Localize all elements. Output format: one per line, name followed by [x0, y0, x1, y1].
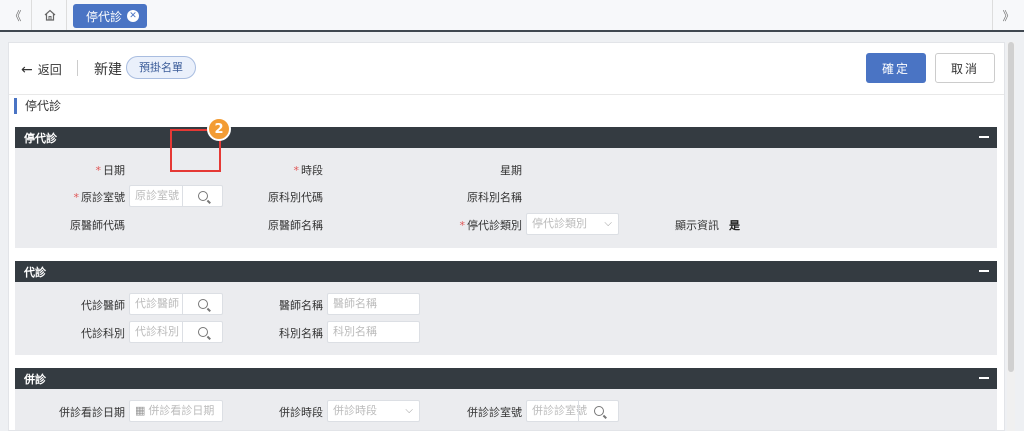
header-divider [9, 94, 1004, 95]
section-accent-bar [14, 97, 17, 114]
pre-registration-badge[interactable]: 預掛名單 [126, 56, 196, 79]
group-header-merge: 併診 [15, 368, 997, 389]
room-label: * 原診室號 [73, 191, 126, 204]
group-header-stop: 停代診 [15, 127, 997, 148]
search-icon[interactable] [182, 186, 222, 206]
scrollbar-thumb[interactable] [1008, 42, 1014, 372]
sub-dept-input[interactable]: 代診科別 [129, 321, 223, 343]
weekday-label: 星期 [500, 164, 522, 177]
doctor-name-label: 醫師名稱 [279, 299, 323, 312]
step-badge: 2 [207, 117, 231, 141]
group-title: 代診 [24, 265, 46, 279]
dept-name-input[interactable]: 科別名稱 [327, 321, 420, 343]
collapse-minus-icon[interactable] [979, 377, 989, 379]
collapse-right-icon[interactable]: 》 [992, 0, 1024, 30]
search-icon[interactable] [182, 294, 222, 314]
section-title-text: 停代診 [25, 99, 62, 113]
display-value: 是 [729, 219, 740, 232]
chevron-down-icon: ⌵ [604, 218, 612, 229]
date-label: * 日期 [95, 164, 126, 177]
confirm-button[interactable]: 確定 [866, 53, 926, 83]
cancel-button[interactable]: 取消 [935, 53, 995, 83]
main-panel: ← 返回 新建 預掛名單 確定 取消 停代診 停代診 * 日期 * 時段 星期 * 原… [8, 42, 1005, 431]
group-title: 停代診 [24, 131, 57, 145]
dept-name-label: 科別名稱 [279, 327, 323, 340]
home-icon[interactable] [33, 0, 67, 30]
doctor-code-label: 原醫師代碼 [70, 219, 125, 232]
period-label: * 時段 [293, 164, 324, 177]
close-icon[interactable]: ✕ [127, 10, 139, 22]
group-header-sub: 代診 [15, 261, 997, 282]
merge-date-input[interactable]: ▦ 併診看診日期 [129, 400, 223, 422]
tab-stop-substitute[interactable]: 停代診 ✕ [73, 4, 147, 28]
sub-dept-label: 代診科別 [81, 327, 125, 340]
page-title: 新建 [94, 62, 122, 78]
tab-bar: 《 停代診 ✕ 》 [0, 0, 1024, 32]
back-button[interactable]: ← 返回 [21, 61, 62, 78]
collapse-minus-icon[interactable] [979, 270, 989, 272]
doctor-name-label: 原醫師名稱 [268, 219, 323, 232]
collapse-left-icon[interactable]: 《 [0, 0, 32, 30]
group-body-merge: 併診看診日期 ▦ 併診看診日期 併診時段 併診時段 ⌵ 併診診室號 併診診室號 [15, 389, 997, 430]
sub-doctor-input[interactable]: 代診醫師 [129, 293, 223, 315]
section-title: 停代診 [14, 97, 61, 114]
group-body-sub: 代診醫師 代診醫師 醫師名稱 醫師名稱 代診科別 代診科別 科別名稱 科別名稱 [15, 282, 997, 355]
merge-room-label: 併診診室號 [467, 406, 522, 419]
group-title: 併診 [24, 372, 46, 386]
merge-period-label: 併診時段 [279, 406, 323, 419]
arrow-left-icon: ← [21, 61, 33, 78]
merge-date-label: 併診看診日期 [59, 406, 125, 419]
chevron-down-icon: ⌵ [405, 405, 413, 416]
divider [77, 60, 78, 76]
room-search-input[interactable]: 原診室號 [129, 185, 223, 207]
dept-code-label: 原科別代碼 [268, 191, 323, 204]
tab-label: 停代診 [86, 9, 123, 24]
merge-period-select[interactable]: 併診時段 ⌵ [327, 400, 420, 422]
vertical-scrollbar[interactable] [1007, 42, 1015, 431]
type-label: * 停代診類別 [459, 219, 523, 232]
search-icon[interactable] [182, 322, 222, 342]
doctor-name-input[interactable]: 醫師名稱 [327, 293, 420, 315]
back-label: 返回 [37, 63, 62, 77]
dept-name-label: 原科別名稱 [467, 191, 522, 204]
display-label: 顯示資訊 [675, 219, 719, 232]
collapse-minus-icon[interactable] [979, 136, 989, 138]
type-select[interactable]: 停代診類別 ⌵ [526, 213, 619, 235]
search-icon[interactable] [578, 401, 618, 421]
calendar-icon: ▦ [135, 404, 146, 417]
sub-doctor-label: 代診醫師 [81, 299, 125, 312]
merge-room-input[interactable]: 併診診室號 [526, 400, 619, 422]
group-body-stop: * 日期 * 時段 星期 * 原診室號 原診室號 原科別代碼 原科別名稱 原醫師代碼 … [15, 148, 997, 248]
